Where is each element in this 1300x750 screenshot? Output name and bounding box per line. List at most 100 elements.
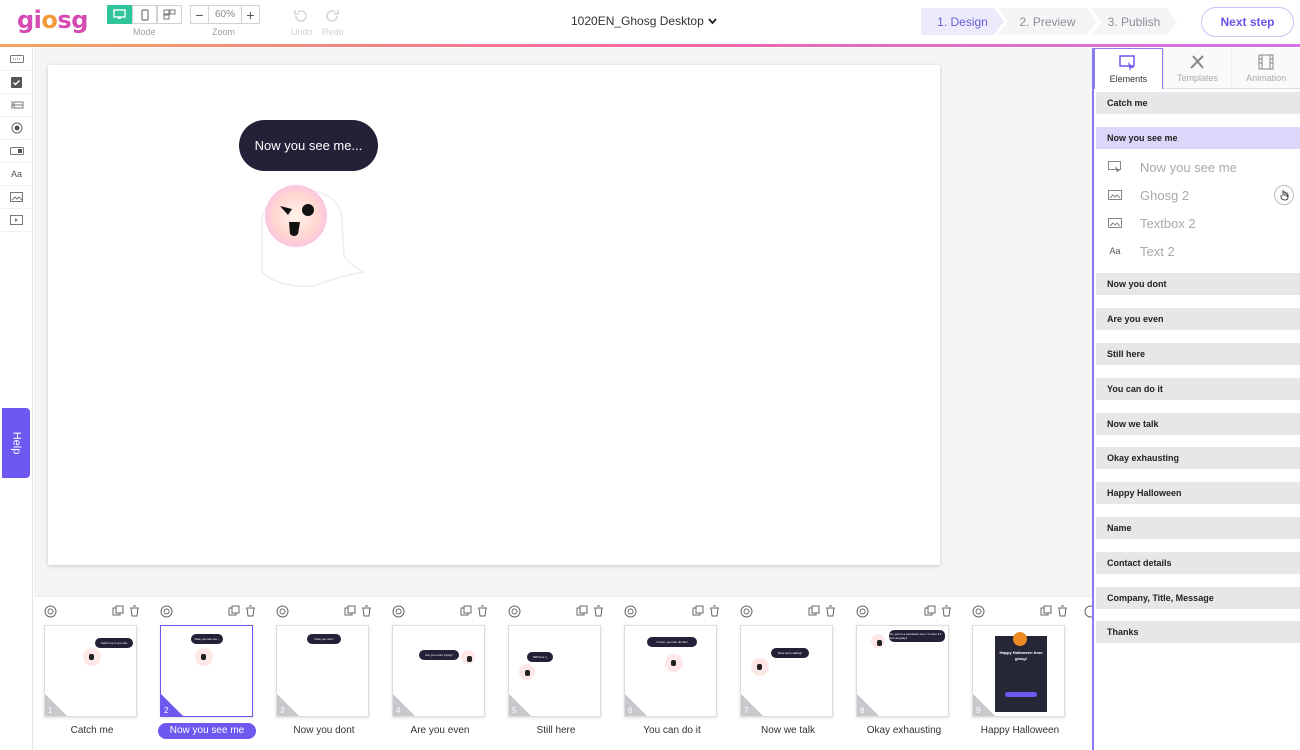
section-name[interactable]: Name [1096,517,1300,539]
trash-icon[interactable] [245,605,256,617]
element-row-text[interactable]: Aa Text 2 [1096,237,1300,265]
undo-button[interactable] [291,6,311,26]
responsive-mode-button[interactable] [157,5,182,24]
slide-2[interactable]: Now you see me... 2 Now you see me [150,597,266,750]
slide-thumbnail[interactable]: C'mon, you can do this! 6 [624,625,717,717]
slide-label[interactable]: Now we talk [730,723,846,739]
section-happy-halloween[interactable]: Happy Halloween [1096,482,1300,504]
step-design[interactable]: 1. Design [921,8,1004,35]
slide-4[interactable]: Are you even trying? 4 Are you even [382,597,498,750]
project-title-dropdown[interactable]: 1020EN_Ghosg Desktop [571,14,717,28]
speech-bubble-button[interactable]: Now you see me... [239,120,378,171]
slide-label[interactable]: Now you dont [266,723,382,739]
target-icon[interactable] [856,605,869,618]
slide-thumbnail[interactable]: Now we're talking! 7 [740,625,833,717]
duplicate-icon[interactable] [1040,605,1052,617]
duplicate-icon[interactable] [924,605,936,617]
target-icon[interactable] [392,605,405,618]
trash-icon[interactable] [825,605,836,617]
tab-animation[interactable]: Animation [1231,48,1300,89]
slide-thumbnail[interactable]: Are you even trying? 4 [392,625,485,717]
section-now-we-talk[interactable]: Now we talk [1096,413,1300,435]
trash-icon[interactable] [941,605,952,617]
slide-thumbnail[interactable]: Now you don't 3 [276,625,369,717]
tool-input[interactable] [0,48,33,71]
section-are-you-even[interactable]: Are you even [1096,308,1300,330]
target-icon[interactable] [1084,605,1097,618]
slide-label[interactable]: Happy Halloween [962,723,1078,739]
target-icon[interactable] [624,605,637,618]
slide-thumbnail[interactable]: Catch me if you can 1 [44,625,137,717]
trash-icon[interactable] [129,605,140,617]
target-icon[interactable] [44,605,57,618]
slide-1[interactable]: Catch me if you can 1 Catch me [34,597,150,750]
giosg-logo[interactable]: giosg [17,6,88,34]
target-icon[interactable] [276,605,289,618]
design-canvas[interactable] [48,65,940,565]
target-icon[interactable] [972,605,985,618]
section-still-here[interactable]: Still here [1096,343,1300,365]
zoom-in-button[interactable]: + [241,5,260,24]
slide-thumbnail[interactable]: Happy Halloween from giosg! 9 [972,625,1065,717]
slide-5[interactable]: Still here :) 5 Still here [498,597,614,750]
mobile-mode-button[interactable] [132,5,157,24]
tool-dropdown[interactable] [0,94,33,117]
trash-icon[interactable] [593,605,604,617]
target-icon[interactable] [740,605,753,618]
slide-10-partial[interactable] [1084,605,1097,623]
section-catch-me[interactable]: Catch me [1096,92,1300,114]
trash-icon[interactable] [361,605,372,617]
slide-label[interactable]: Now you see me [158,723,256,739]
section-you-can-do-it[interactable]: You can do it [1096,378,1300,400]
step-publish[interactable]: 3. Publish [1091,8,1177,35]
duplicate-icon[interactable] [112,605,124,617]
slide-thumbnail[interactable]: Now you see me... 2 [160,625,253,717]
tool-checkbox[interactable] [0,71,33,94]
tool-video[interactable] [0,209,33,232]
trash-icon[interactable] [477,605,488,617]
slide-label[interactable]: Okay exhausting [846,723,962,739]
tool-text[interactable]: Aa [0,163,33,186]
section-thanks[interactable]: Thanks [1096,621,1300,643]
slide-thumbnail[interactable]: Ok, you're a persistent one, I'm sure it… [856,625,949,717]
section-contact-details[interactable]: Contact details [1096,552,1300,574]
duplicate-icon[interactable] [460,605,472,617]
tool-toggle[interactable] [0,140,33,163]
slide-6[interactable]: C'mon, you can do this! 6 You can do it [614,597,730,750]
duplicate-icon[interactable] [228,605,240,617]
section-now-you-dont[interactable]: Now you dont [1096,273,1300,295]
slide-label[interactable]: Catch me [34,723,150,739]
target-icon[interactable] [160,605,173,618]
slide-label[interactable]: Still here [498,723,614,739]
slide-label[interactable]: You can do it [614,723,730,739]
ghost-image[interactable] [252,176,367,288]
redo-button[interactable] [322,6,342,26]
tab-elements[interactable]: Elements [1094,48,1163,89]
slide-label[interactable]: Are you even [382,723,498,739]
trash-icon[interactable] [709,605,720,617]
section-company-title-message[interactable]: Company, Title, Message [1096,587,1300,609]
duplicate-icon[interactable] [576,605,588,617]
section-now-you-see-me[interactable]: Now you see me [1096,127,1300,149]
slide-8[interactable]: Ok, you're a persistent one, I'm sure it… [846,597,962,750]
help-tab[interactable]: Help [2,408,30,478]
trash-icon[interactable] [1057,605,1068,617]
slide-9[interactable]: Happy Halloween from giosg! 9 Happy Hall… [962,597,1078,750]
duplicate-icon[interactable] [344,605,356,617]
zoom-out-button[interactable]: − [190,5,209,24]
duplicate-icon[interactable] [808,605,820,617]
slide-7[interactable]: Now we're talking! 7 Now we talk [730,597,846,750]
slide-thumbnail[interactable]: Still here :) 5 [508,625,601,717]
tool-radio[interactable] [0,117,33,140]
element-row-ghosg[interactable]: Ghosg 2 [1096,181,1300,209]
next-step-button[interactable]: Next step [1201,7,1294,37]
tab-templates[interactable]: Templates [1162,48,1232,89]
tool-image[interactable] [0,186,33,209]
desktop-mode-button[interactable] [107,5,132,24]
element-row-textbox[interactable]: Textbox 2 [1096,209,1300,237]
duplicate-icon[interactable] [692,605,704,617]
step-preview[interactable]: 2. Preview [998,8,1097,35]
pointer-hand-icon[interactable] [1274,185,1294,205]
element-row-button[interactable]: Now you see me [1096,153,1300,181]
section-okay-exhausting[interactable]: Okay exhausting [1096,447,1300,469]
